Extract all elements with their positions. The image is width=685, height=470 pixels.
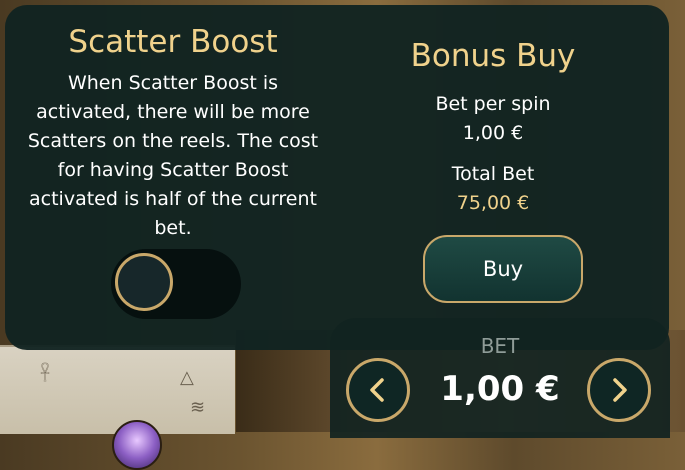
hieroglyph-icon: ≋ xyxy=(190,397,206,418)
bet-per-spin-label: Bet per spin xyxy=(435,93,551,115)
hieroglyph-icon: △ xyxy=(180,367,194,388)
bet-value: 1,00 € xyxy=(440,369,560,409)
background-orb-icon xyxy=(112,420,162,470)
bet-per-spin-value: 1,00 € xyxy=(462,122,524,144)
total-bet-label: Total Bet xyxy=(451,163,535,185)
hieroglyph-icon: 𓋹 xyxy=(40,365,51,386)
bet-bar: BET 1,00 € xyxy=(330,318,670,438)
background-stone-tablet: 𓋹 △ ≋ xyxy=(0,345,235,434)
bet-label: BET xyxy=(480,334,520,358)
scatter-boost-description: When Scatter Boost is activated, there w… xyxy=(27,72,319,239)
scatter-boost-toggle[interactable] xyxy=(111,249,241,319)
total-bet-value: 75,00 € xyxy=(456,192,530,214)
bonus-buy-title: Bonus Buy xyxy=(410,38,576,74)
chevron-right-icon xyxy=(613,378,627,402)
scatter-boost-title: Scatter Boost xyxy=(68,24,278,60)
decrease-bet-button[interactable] xyxy=(346,358,410,422)
chevron-left-icon xyxy=(370,378,384,402)
toggle-knob[interactable] xyxy=(115,253,173,311)
increase-bet-button[interactable] xyxy=(587,358,651,422)
buy-button[interactable]: Buy xyxy=(423,235,583,303)
